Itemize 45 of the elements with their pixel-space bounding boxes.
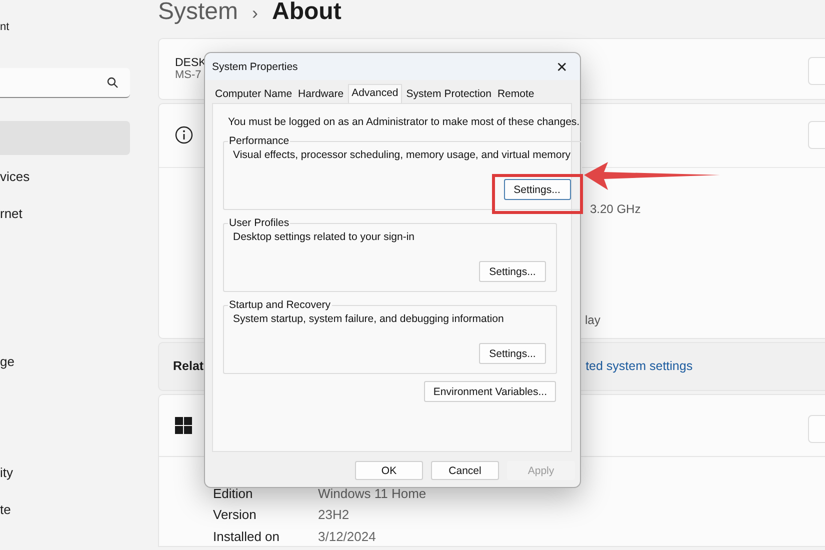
search-icon xyxy=(107,77,118,88)
tab[interactable]: Remote xyxy=(495,87,536,103)
info-icon xyxy=(175,126,193,144)
spec-value: Windows 11 Home xyxy=(318,486,426,501)
notice-text: You must be logged on as an Administrator to make most of these changes. xyxy=(228,116,580,130)
group-title: User Profiles xyxy=(228,217,290,229)
settings-button[interactable]: Settings... xyxy=(504,179,571,200)
spec-value: 23H2 xyxy=(318,507,350,522)
nav-item[interactable]: vices xyxy=(0,159,130,193)
breadcrumb-separator: › xyxy=(252,3,258,24)
tab[interactable]: Hardware xyxy=(296,87,346,103)
device-name: DESK xyxy=(175,56,206,69)
group-title: Performance xyxy=(228,135,290,147)
environment-variables-button[interactable]: Environment Variables... xyxy=(424,381,556,402)
section-title: Relat xyxy=(173,359,204,374)
spec-value: 3/12/2024 xyxy=(318,529,376,544)
group-title: Startup and Recovery xyxy=(228,299,332,311)
spec-label: Installed on xyxy=(213,529,280,544)
settings-button[interactable]: Settings... xyxy=(479,343,546,364)
nav-item[interactable]: ge xyxy=(0,344,130,378)
group-description: Desktop settings related to your sign-in xyxy=(233,231,416,243)
tab[interactable]: Advanced xyxy=(348,84,402,103)
spec-value: lay xyxy=(585,312,600,327)
nav-item[interactable]: ity xyxy=(0,455,130,489)
nav-item[interactable]: rnet xyxy=(0,196,130,230)
tab[interactable]: Computer Name xyxy=(213,87,294,103)
group-description: System startup, system failure, and debugging information xyxy=(233,313,505,325)
window-title: System Properties xyxy=(212,60,298,72)
search-field[interactable] xyxy=(0,68,130,98)
dialog-button[interactable]: OK xyxy=(355,461,423,480)
dialog-button[interactable]: Cancel xyxy=(431,461,499,480)
account-text: nt xyxy=(0,21,10,35)
group-description: Visual effects, processor scheduling, memory usage, and virtual memory xyxy=(233,149,571,161)
breadcrumb-link[interactable]: System xyxy=(158,0,238,26)
settings-button[interactable]: Settings... xyxy=(479,261,546,282)
spec-value: 3.20 GHz xyxy=(590,202,641,216)
device-model: MS-7 xyxy=(175,68,202,81)
spec-label: Version xyxy=(213,507,258,522)
close-button[interactable]: ✕ xyxy=(552,58,572,74)
nav-item[interactable]: te xyxy=(0,492,130,526)
related-settings-link[interactable]: ted system settings xyxy=(586,359,693,374)
page-title: About xyxy=(272,0,342,26)
spec-label: Edition xyxy=(213,486,254,501)
windows-logo-icon xyxy=(175,416,192,434)
tab[interactable]: System Protection xyxy=(404,87,494,103)
